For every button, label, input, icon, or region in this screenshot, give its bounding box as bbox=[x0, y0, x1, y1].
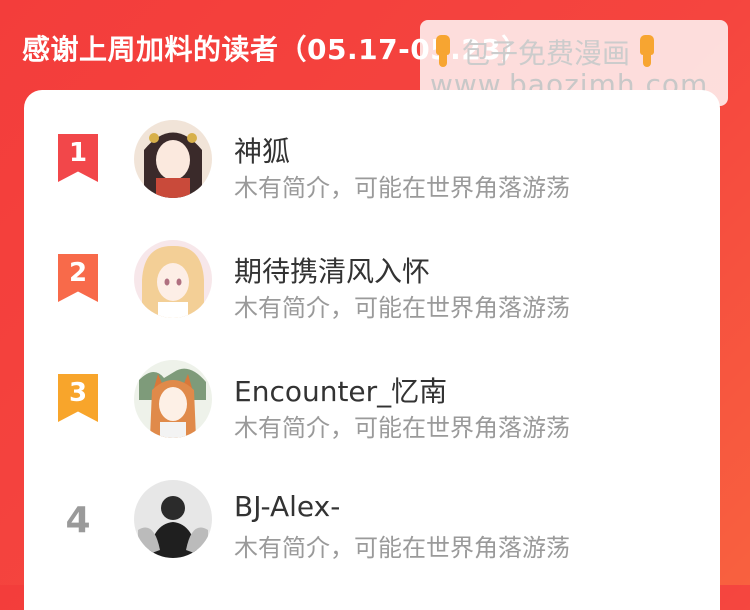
reader-name: 期待携清风入怀 bbox=[234, 255, 431, 288]
avatar[interactable] bbox=[134, 240, 212, 318]
pointing-hand-icon bbox=[430, 35, 458, 69]
rank-number: 4 bbox=[65, 500, 91, 541]
pointing-hand-icon bbox=[634, 35, 662, 69]
list-item[interactable]: 4 BJ-Alex- 木有简介，可能在世界角落游荡 bbox=[24, 470, 720, 580]
reader-list: 1 神狐 木有简介，可能在世界角落游荡 2 期待携清风入怀 木有简介，可能在世界… bbox=[24, 90, 720, 610]
reader-description: 木有简介，可能在世界角落游荡 bbox=[234, 534, 570, 562]
avatar[interactable] bbox=[134, 360, 212, 438]
reader-name: 神狐 bbox=[234, 135, 291, 168]
list-item[interactable]: 2 期待携清风入怀 木有简介，可能在世界角落游荡 bbox=[24, 230, 720, 340]
reader-description: 木有简介，可能在世界角落游荡 bbox=[234, 294, 570, 322]
avatar[interactable] bbox=[134, 120, 212, 198]
reader-name: BJ-Alex- bbox=[234, 490, 341, 523]
list-item[interactable]: 3 Encounter_忆南 木有简介，可能在世界角落游荡 bbox=[24, 350, 720, 460]
watermark-site-name: 包子免费漫画 bbox=[462, 37, 631, 70]
rank-badge: 1 bbox=[58, 134, 98, 182]
rank-badge: 2 bbox=[58, 254, 98, 302]
reader-description: 木有简介，可能在世界角落游荡 bbox=[234, 414, 570, 442]
list-item[interactable]: 1 神狐 木有简介，可能在世界角落游荡 bbox=[24, 110, 720, 220]
avatar[interactable] bbox=[134, 480, 212, 558]
reader-description: 木有简介，可能在世界角落游荡 bbox=[234, 174, 570, 202]
rank-badge: 3 bbox=[58, 374, 98, 422]
reader-name: Encounter_忆南 bbox=[234, 375, 448, 408]
